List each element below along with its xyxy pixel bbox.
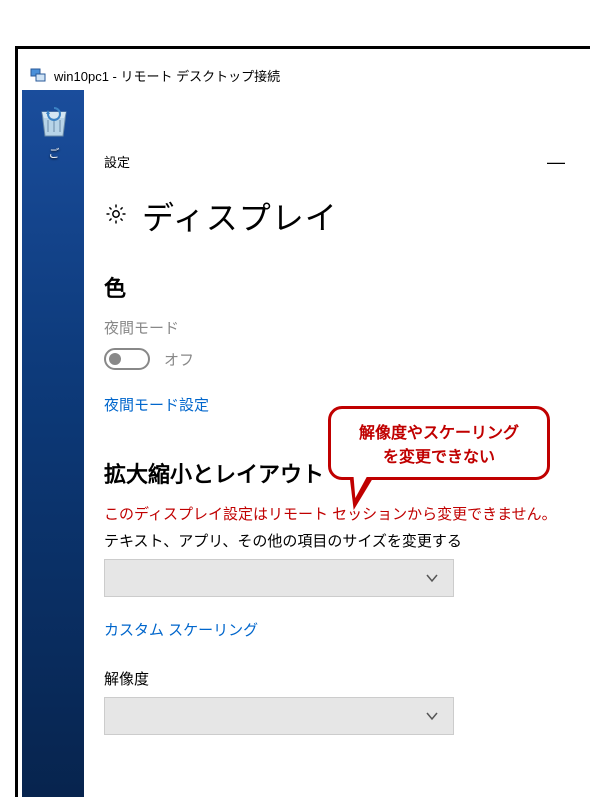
callout-line2: を変更できない: [343, 443, 535, 467]
color-heading: 色: [104, 271, 569, 303]
night-mode-settings-link[interactable]: 夜間モード設定: [104, 394, 209, 415]
recycle-bin[interactable]: ご: [30, 100, 78, 161]
page-title: ディスプレイ: [142, 193, 338, 239]
chevron-down-icon: [425, 709, 439, 723]
resolution-label: 解像度: [104, 668, 569, 689]
callout-tail-fill: [349, 466, 372, 498]
scale-dropdown[interactable]: [104, 559, 454, 597]
night-mode-state: オフ: [164, 349, 194, 370]
scale-field-label: テキスト、アプリ、その他の項目のサイズを変更する: [104, 530, 569, 551]
toggle-knob: [109, 353, 121, 365]
chevron-down-icon: [425, 571, 439, 585]
rdp-icon: [30, 67, 46, 83]
settings-header-label: 設定: [104, 152, 130, 171]
minimize-button[interactable]: —: [541, 153, 571, 171]
remote-warning-text: このディスプレイ設定はリモート セッションから変更できません。: [104, 503, 569, 524]
callout-line1: 解像度やスケーリング: [343, 419, 535, 443]
night-mode-label: 夜間モード: [104, 317, 569, 338]
resolution-dropdown[interactable]: [104, 697, 454, 735]
night-mode-toggle[interactable]: [104, 348, 150, 370]
desktop-background: [22, 90, 84, 797]
custom-scaling-link[interactable]: カスタム スケーリング: [104, 619, 258, 640]
gear-icon: [104, 202, 128, 231]
rdp-titlebar[interactable]: win10pc1 - リモート デスクトップ接続: [22, 60, 589, 90]
recycle-bin-label: ご: [30, 145, 78, 161]
rdp-title: win10pc1 - リモート デスクトップ接続: [54, 66, 280, 85]
